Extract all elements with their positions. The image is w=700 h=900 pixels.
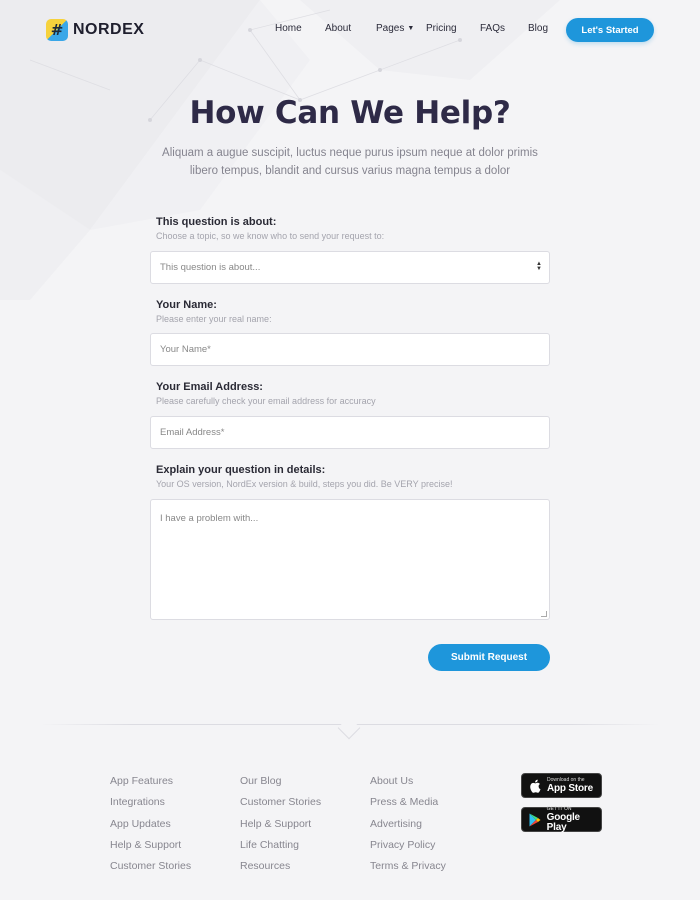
topic-label: This question is about: — [156, 216, 277, 228]
app-store-badge[interactable]: Download on the App Store — [521, 773, 602, 798]
details-help: Your OS version, NordEx version & build,… — [156, 479, 453, 489]
google-play-badge[interactable]: GET IT ON Google Play — [521, 805, 602, 833]
google-play-small: GET IT ON — [546, 805, 572, 812]
details-textarea[interactable]: I have a problem with... — [150, 499, 550, 620]
name-help: Please enter your real name: — [156, 314, 272, 324]
google-play-text: GET IT ON Google Play — [546, 805, 601, 833]
name-input-placeholder: Your Name* — [160, 344, 211, 355]
footer-link-integrations[interactable]: Integrations — [110, 796, 191, 817]
nav-about[interactable]: About — [325, 23, 351, 34]
nav-faqs[interactable]: FAQs — [480, 23, 505, 34]
footer-link-about-us[interactable]: About Us — [370, 775, 446, 796]
nav-blog[interactable]: Blog — [528, 23, 548, 34]
footer-column-2: Our Blog Customer Stories Help & Support… — [240, 775, 321, 881]
email-input-placeholder: Email Address* — [160, 427, 225, 438]
email-help: Please carefully check your email addres… — [156, 396, 376, 406]
nav-pages-label: Pages — [376, 23, 405, 34]
footer-link-our-blog[interactable]: Our Blog — [240, 775, 321, 796]
footer-link-resources[interactable]: Resources — [240, 860, 321, 881]
subtitle-line-2: libero tempus, blandit and cursus varius… — [189, 165, 511, 177]
footer-link-help-support[interactable]: Help & Support — [110, 839, 191, 860]
app-store-small: Download on the — [547, 776, 585, 783]
google-play-icon — [528, 812, 542, 828]
page-subtitle: Aliquam a augue suscipit, luctus neque p… — [160, 144, 540, 180]
nav-home[interactable]: Home — [275, 23, 302, 34]
resize-handle-icon[interactable] — [541, 611, 547, 617]
topic-select-value: This question is about... — [160, 262, 261, 273]
footer-link-press-media[interactable]: Press & Media — [370, 796, 446, 817]
name-input[interactable]: Your Name* — [150, 333, 550, 366]
app-store-text: Download on the App Store — [547, 776, 593, 794]
details-textarea-placeholder: I have a problem with... — [160, 513, 259, 524]
name-label: Your Name: — [156, 299, 217, 311]
footer-link-customer-stories-2[interactable]: Customer Stories — [240, 796, 321, 817]
header: # NORDEX Home About Pages ▼ Pricing FAQs … — [0, 0, 700, 62]
footer-link-terms-privacy[interactable]: Terms & Privacy — [370, 860, 446, 881]
nav-pages[interactable]: Pages ▼ — [376, 23, 414, 34]
email-label: Your Email Address: — [156, 381, 263, 393]
app-store-big: App Store — [547, 782, 593, 794]
footer-link-app-updates[interactable]: App Updates — [110, 818, 191, 839]
lets-started-button[interactable]: Let's Started — [566, 18, 654, 42]
footer-link-app-features[interactable]: App Features — [110, 775, 191, 796]
caret-down-icon: ▼ — [407, 25, 415, 32]
topic-select[interactable]: This question is about... ▲ ▼ — [150, 251, 550, 284]
divider-notch — [337, 716, 361, 740]
topic-help: Choose a topic, so we know who to send y… — [156, 231, 385, 241]
google-play-big: Google Play — [546, 811, 580, 833]
email-input[interactable]: Email Address* — [150, 416, 550, 449]
apple-icon — [528, 778, 542, 794]
footer-link-advertising[interactable]: Advertising — [370, 818, 446, 839]
footer-link-life-chatting[interactable]: Life Chatting — [240, 839, 321, 860]
details-label: Explain your question in details: — [156, 464, 326, 476]
footer-column-1: App Features Integrations App Updates He… — [110, 775, 191, 881]
footer-column-3: About Us Press & Media Advertising Priva… — [370, 775, 446, 881]
page-title: How Can We Help? — [189, 95, 511, 131]
nav-pricing[interactable]: Pricing — [426, 23, 457, 34]
subtitle-line-1: Aliquam a augue suscipit, luctus neque p… — [162, 147, 538, 159]
select-arrows-icon: ▲ ▼ — [536, 261, 542, 272]
page: # NORDEX Home About Pages ▼ Pricing FAQs … — [0, 0, 700, 900]
footer-link-help-support-2[interactable]: Help & Support — [240, 818, 321, 839]
submit-request-button[interactable]: Submit Request — [428, 644, 550, 671]
footer-link-customer-stories[interactable]: Customer Stories — [110, 860, 191, 881]
footer-link-privacy-policy[interactable]: Privacy Policy — [370, 839, 446, 860]
